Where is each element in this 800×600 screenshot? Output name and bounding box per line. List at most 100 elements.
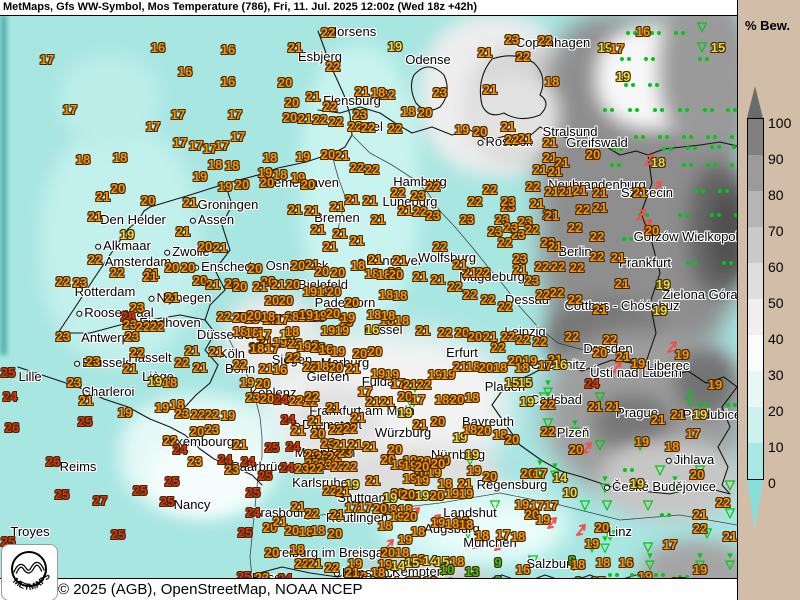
temp-value: 23 <box>67 375 81 390</box>
temp-value: 26 <box>5 420 19 435</box>
legend-tick-label: 0 <box>768 475 776 491</box>
temp-value: 21 <box>533 162 547 177</box>
temp-value: 21 <box>253 279 267 294</box>
temp-value: 18 <box>371 85 385 100</box>
temp-value: 20 <box>329 360 343 375</box>
temp-value: 18 <box>250 341 264 356</box>
temp-value: 21 <box>291 423 305 438</box>
temp-value: 21 <box>193 360 207 375</box>
temp-value: 21 <box>350 233 364 248</box>
legend-band <box>748 227 763 263</box>
map-title: MetMaps, Gfs WW-Symbol, Mos Temperature … <box>3 1 477 13</box>
temp-value: 20 <box>430 488 444 503</box>
temp-value: 19 <box>675 347 689 362</box>
temp-value: 21 <box>88 209 102 224</box>
temp-value: 25 <box>133 483 147 498</box>
temp-value: 20 <box>301 177 315 192</box>
temp-value: 24 <box>278 571 292 578</box>
legend-tick-label: 90 <box>768 151 784 167</box>
temp-value: 19 <box>638 569 652 578</box>
temp-value: 23 <box>205 422 219 437</box>
temp-value: 25 <box>258 468 272 483</box>
temp-value: 20 <box>468 329 482 344</box>
temp-value: 21 <box>206 277 220 292</box>
temp-value: 22 <box>536 287 550 302</box>
temp-value: 19 <box>296 149 310 164</box>
temp-value: 25 <box>238 525 252 540</box>
temp-value: 22 <box>535 259 549 274</box>
rain-dots-icon <box>686 261 690 265</box>
temp-value: 25 <box>1 365 15 380</box>
temp-value: 22 <box>88 252 102 267</box>
temp-value: 21 <box>611 250 625 265</box>
temp-value: 20 <box>368 344 382 359</box>
temp-value: 24 <box>3 389 17 404</box>
temp-value: 17 <box>663 537 677 552</box>
temp-value: 19 <box>221 408 235 423</box>
temp-value: 23 <box>225 462 239 477</box>
temp-value: 22 <box>205 407 219 422</box>
temp-value: 24 <box>241 454 255 469</box>
temp-value: 22 <box>505 132 519 147</box>
temp-value: 21 <box>363 193 377 208</box>
temp-value: 25 <box>160 494 174 509</box>
temp-value: 19 <box>431 515 445 530</box>
temp-value: 21 <box>346 361 360 376</box>
temp-value: 19 <box>193 169 207 184</box>
temp-value: 19 <box>118 405 132 420</box>
temp-value: 22 <box>541 424 555 439</box>
temp-value: 22 <box>343 459 357 474</box>
rain-dots-icon <box>722 261 726 265</box>
temp-value: 21 <box>335 148 349 163</box>
temp-value: 19 <box>415 488 429 503</box>
map-canvas[interactable]: HorsensEsbjergOdenseCopenhagenFlensburgK… <box>0 15 737 578</box>
temp-value: 21 <box>311 222 325 237</box>
temp-value: 21 <box>593 302 607 317</box>
temp-value: 21 <box>413 269 427 284</box>
temp-value: 23 <box>295 461 309 476</box>
temp-value: 22 <box>433 239 447 254</box>
rain-dots-icon <box>674 31 678 35</box>
temp-value: 20 <box>265 293 279 308</box>
temp-value: 21 <box>79 393 93 408</box>
temp-value: 22 <box>361 120 375 135</box>
temp-value: 16 <box>619 555 633 570</box>
temp-value: 19 <box>520 394 534 409</box>
temp-value: 18 <box>76 152 90 167</box>
station-marker-icon <box>190 217 196 223</box>
city-label: Lille <box>18 369 41 384</box>
temp-value: 17 <box>231 129 245 144</box>
temp-value: 21 <box>633 185 647 200</box>
station-marker-icon <box>478 139 484 145</box>
temp-value: 18 <box>225 158 239 173</box>
temp-value: 18 <box>475 528 489 543</box>
temp-value: 22 <box>533 334 547 349</box>
temp-value: 22 <box>217 309 231 324</box>
temp-value: 18 <box>208 157 222 172</box>
rain-dots-icon <box>603 108 607 112</box>
temp-value: 21 <box>368 252 382 267</box>
temp-value: 21 <box>288 202 302 217</box>
temp-value: 24 <box>274 392 288 407</box>
temp-value: 17 <box>496 527 510 542</box>
temp-value: 15 <box>518 375 532 390</box>
rain-dots-icon <box>626 31 630 35</box>
temp-value: 20 <box>286 277 300 292</box>
temp-value: 20 <box>593 345 607 360</box>
rain-dots-icon <box>678 213 682 217</box>
temp-value: 23 <box>501 194 515 209</box>
shower-triangle-icon: ▽ <box>697 42 707 52</box>
rain-dots-icon <box>703 108 707 112</box>
temp-value: 22 <box>343 421 357 436</box>
temp-value: 20 <box>431 456 445 471</box>
temp-value: 21 <box>548 239 562 254</box>
temp-value: 21 <box>606 399 620 414</box>
temp-value: 21 <box>308 556 322 571</box>
temp-value: 21 <box>326 400 340 415</box>
temp-value: 24 <box>173 442 187 457</box>
temp-value: 21 <box>165 290 179 305</box>
temp-value: 20 <box>198 239 212 254</box>
temp-value: 22 <box>576 202 590 217</box>
temp-value: 22 <box>130 345 144 360</box>
temp-value: 21 <box>366 394 380 409</box>
